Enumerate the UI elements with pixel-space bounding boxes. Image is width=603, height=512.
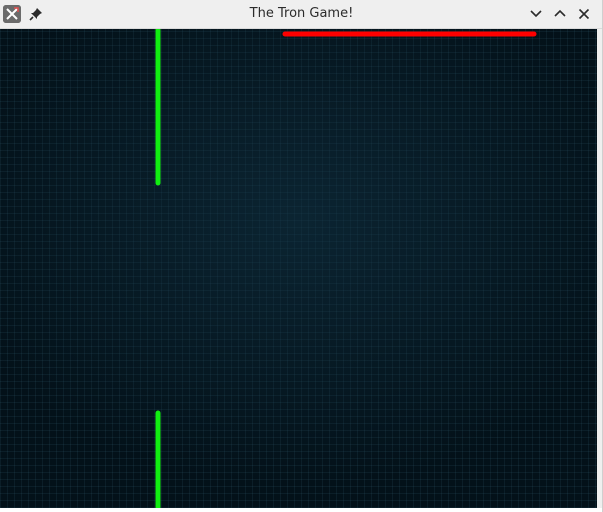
title-bar[interactable]: The Tron Game! bbox=[0, 0, 602, 29]
minimize-chevron-down-icon[interactable] bbox=[528, 6, 544, 22]
game-arena[interactable] bbox=[0, 29, 597, 508]
arena-canvas bbox=[155, 29, 537, 508]
window-bottom-edge bbox=[0, 508, 602, 512]
game-window: The Tron Game! bbox=[0, 0, 603, 512]
close-x-icon[interactable] bbox=[576, 6, 592, 22]
maximize-chevron-up-icon[interactable] bbox=[552, 6, 568, 22]
window-title: The Tron Game! bbox=[249, 6, 354, 21]
